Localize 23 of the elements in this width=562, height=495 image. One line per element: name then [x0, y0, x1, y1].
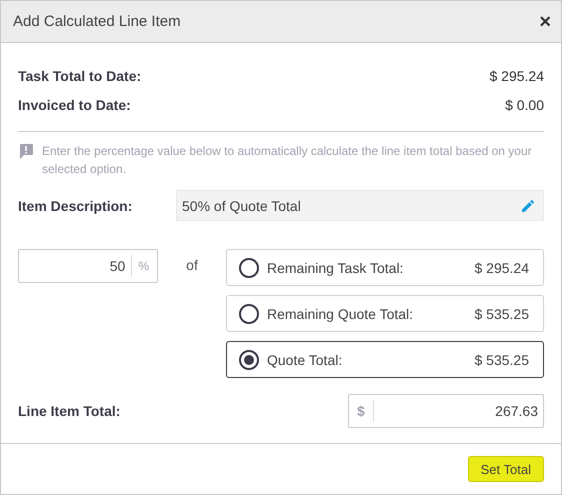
alert-icon	[18, 143, 34, 160]
radio-icon	[239, 350, 259, 370]
summary-value: $ 295.24	[490, 68, 544, 84]
field-label: Item Description:	[18, 198, 134, 214]
info-text: Enter the percentage value below to automatically calculate the line item total based on your selected option.	[42, 143, 533, 178]
percent-unit: %	[131, 255, 153, 277]
set-total-button[interactable]: Set Total	[468, 456, 544, 482]
radio-icon	[239, 304, 259, 324]
of-label: of	[185, 257, 199, 273]
percent-field[interactable]: 50 %	[18, 249, 158, 283]
summary-label: Invoiced to Date:	[18, 96, 131, 112]
close-button[interactable]: ×	[539, 12, 551, 32]
summary-value: $ 0.00	[505, 96, 544, 112]
radio-option[interactable]: Remaining Task Total: $ 295.24	[226, 249, 544, 286]
radio-option[interactable]: Remaining Quote Total: $ 535.25	[226, 295, 544, 332]
summary-label: Task Total to Date:	[18, 68, 142, 84]
radio-icon	[239, 258, 259, 278]
description-field[interactable]: 50% of Quote Total	[176, 190, 544, 221]
pencil-icon[interactable]	[521, 198, 535, 212]
dialog-title: Add Calculated Line Item	[13, 13, 181, 30]
total-field[interactable]: $ 267.63	[348, 394, 544, 428]
field-label: Line Item Total:	[18, 403, 122, 419]
radio-option[interactable]: Quote Total: $ 535.25	[226, 341, 544, 378]
